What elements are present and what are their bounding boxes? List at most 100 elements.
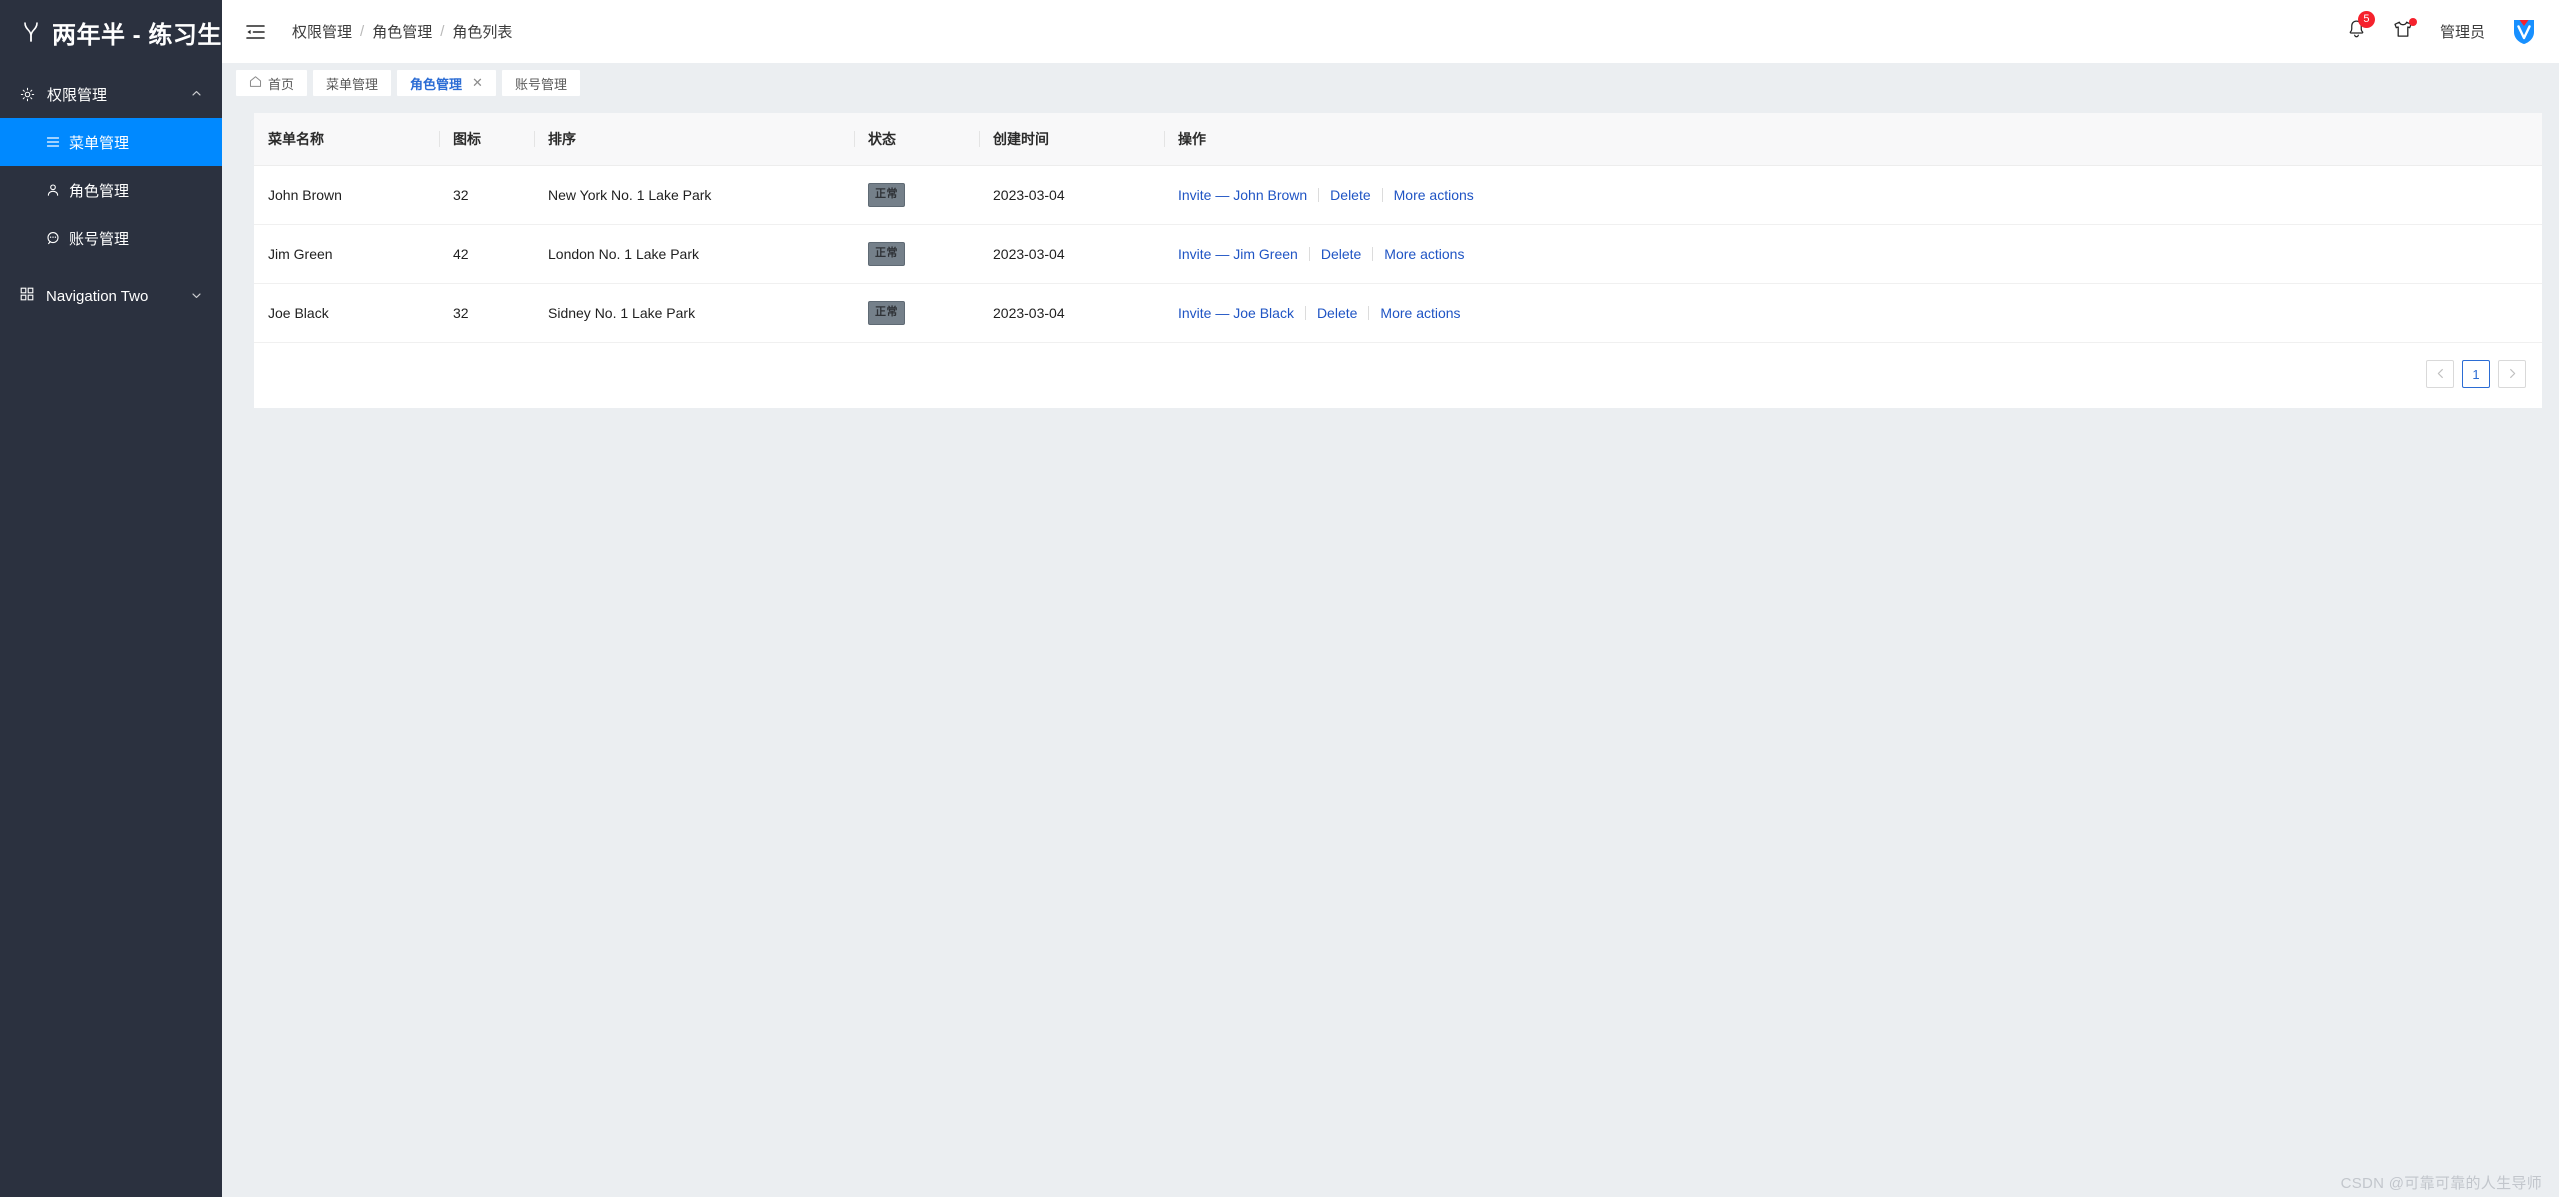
message-icon [46, 231, 60, 245]
breadcrumb-item-3[interactable]: 角色列表 [452, 21, 512, 42]
app-root: 两年半 - 练习生 权限管理 [0, 0, 2559, 1197]
cell-icon: 42 [439, 225, 534, 284]
notification-badge: 5 [2358, 11, 2375, 28]
table-card: 菜单名称 图标 排序 状态 创建时间 操作 John Brown 32 New [254, 113, 2542, 408]
chevron-left-icon [2436, 367, 2445, 382]
cell-ops: Invite — John Brown Delete More actions [1164, 166, 2542, 225]
tab-home[interactable]: 首页 [236, 70, 307, 96]
column-header-status: 状态 [854, 113, 979, 166]
delete-link[interactable]: Delete [1310, 246, 1372, 262]
skin-theme-button[interactable] [2392, 20, 2414, 44]
content-area: 菜单名称 图标 排序 状态 创建时间 操作 John Brown 32 New [222, 99, 2559, 1197]
breadcrumb-separator: / [360, 23, 364, 40]
sidebar-item-label: 角色管理 [69, 180, 129, 201]
cell-ops: Invite — Jim Green Delete More actions [1164, 225, 2542, 284]
sidebar: 两年半 - 练习生 权限管理 [0, 0, 222, 1197]
sidebar-item-menu-management[interactable]: 菜单管理 [0, 118, 222, 166]
home-icon [249, 75, 262, 91]
breadcrumb-item-2[interactable]: 角色管理 [372, 21, 432, 42]
tab-bar: 首页 菜单管理 角色管理 ✕ 账号管理 [222, 63, 2559, 99]
tab-menu-management[interactable]: 菜单管理 [313, 70, 391, 96]
cell-status: 正常 [854, 225, 979, 284]
breadcrumb-item-1[interactable]: 权限管理 [292, 21, 352, 42]
column-header-sort: 排序 [534, 113, 854, 166]
tab-role-management[interactable]: 角色管理 ✕ [397, 70, 496, 96]
status-badge: 正常 [868, 183, 905, 207]
sidebar-item-label: 账号管理 [69, 228, 129, 249]
sidebar-group-label: Navigation Two [46, 288, 148, 305]
chevron-right-icon [2508, 367, 2517, 382]
tab-label: 菜单管理 [326, 74, 378, 93]
chevron-up-icon [191, 86, 202, 103]
invite-link[interactable]: Invite — John Brown [1178, 187, 1318, 203]
topbar-actions: 5 管理员 [2347, 18, 2537, 46]
table-body: John Brown 32 New York No. 1 Lake Park 正… [254, 166, 2542, 343]
tab-label: 角色管理 [410, 74, 462, 93]
column-header-name: 菜单名称 [254, 113, 439, 166]
row-actions: Invite — John Brown Delete More actions [1178, 187, 2542, 203]
invite-link[interactable]: Invite — Joe Black [1178, 305, 1305, 321]
tab-account-management[interactable]: 账号管理 [502, 70, 580, 96]
cell-created: 2023-03-04 [979, 225, 1164, 284]
sidebar-group-permissions[interactable]: 权限管理 [0, 70, 222, 118]
delete-link[interactable]: Delete [1306, 305, 1368, 321]
cell-sort: London No. 1 Lake Park [534, 225, 854, 284]
invite-link[interactable]: Invite — Jim Green [1178, 246, 1309, 262]
cell-name: Jim Green [254, 225, 439, 284]
more-actions-link[interactable]: More actions [1373, 246, 1475, 262]
table-row: Jim Green 42 London No. 1 Lake Park 正常 2… [254, 225, 2542, 284]
cell-sort: Sidney No. 1 Lake Park [534, 284, 854, 343]
cell-name: John Brown [254, 166, 439, 225]
topbar: 权限管理 / 角色管理 / 角色列表 5 [222, 0, 2559, 63]
user-icon [46, 183, 60, 197]
delete-link[interactable]: Delete [1319, 187, 1381, 203]
sidebar-item-label: 菜单管理 [69, 132, 129, 153]
status-badge: 正常 [868, 242, 905, 266]
cell-status: 正常 [854, 284, 979, 343]
appstore-grid-icon [20, 287, 34, 305]
sidebar-item-role-management[interactable]: 角色管理 [0, 166, 222, 214]
pagination-prev-button[interactable] [2426, 360, 2454, 388]
close-icon[interactable]: ✕ [472, 75, 483, 91]
tab-label: 账号管理 [515, 74, 567, 93]
status-badge: 正常 [868, 301, 905, 325]
table-row: John Brown 32 New York No. 1 Lake Park 正… [254, 166, 2542, 225]
sidebar-logo[interactable]: 两年半 - 练习生 [0, 0, 222, 64]
wishbone-logo-icon [20, 20, 42, 44]
chevron-down-icon [191, 288, 202, 305]
column-header-created: 创建时间 [979, 113, 1164, 166]
cell-status: 正常 [854, 166, 979, 225]
pagination: 1 [254, 343, 2542, 390]
pagination-page-1[interactable]: 1 [2462, 360, 2490, 388]
cell-sort: New York No. 1 Lake Park [534, 166, 854, 225]
menu-fold-icon[interactable] [240, 17, 270, 47]
breadcrumb: 权限管理 / 角色管理 / 角色列表 [292, 21, 512, 42]
more-actions-link[interactable]: More actions [1383, 187, 1485, 203]
sidebar-item-account-management[interactable]: 账号管理 [0, 214, 222, 262]
user-name[interactable]: 管理员 [2440, 21, 2485, 42]
sidebar-group-label: 权限管理 [47, 84, 107, 105]
row-actions: Invite — Jim Green Delete More actions [1178, 246, 2542, 262]
cell-created: 2023-03-04 [979, 166, 1164, 225]
column-header-icon: 图标 [439, 113, 534, 166]
main-area: 权限管理 / 角色管理 / 角色列表 5 [222, 0, 2559, 1197]
sidebar-logo-text: 两年半 - 练习生 [52, 15, 222, 50]
pagination-next-button[interactable] [2498, 360, 2526, 388]
cell-icon: 32 [439, 284, 534, 343]
table-head: 菜单名称 图标 排序 状态 创建时间 操作 [254, 113, 2542, 166]
table-row: Joe Black 32 Sidney No. 1 Lake Park 正常 2… [254, 284, 2542, 343]
cell-name: Joe Black [254, 284, 439, 343]
row-actions: Invite — Joe Black Delete More actions [1178, 305, 2542, 321]
cell-icon: 32 [439, 166, 534, 225]
gear-icon [20, 87, 35, 102]
table-header-row: 菜单名称 图标 排序 状态 创建时间 操作 [254, 113, 2542, 166]
more-actions-link[interactable]: More actions [1369, 305, 1471, 321]
notifications-button[interactable]: 5 [2347, 19, 2366, 44]
sidebar-nav: 权限管理 菜单管理 [0, 70, 222, 320]
cell-ops: Invite — Joe Black Delete More actions [1164, 284, 2542, 343]
roles-table: 菜单名称 图标 排序 状态 创建时间 操作 John Brown 32 New [254, 113, 2542, 343]
sidebar-group-navigation-two[interactable]: Navigation Two [0, 272, 222, 320]
tab-label: 首页 [268, 74, 294, 93]
cell-created: 2023-03-04 [979, 284, 1164, 343]
v-shield-avatar-icon[interactable] [2511, 18, 2537, 46]
